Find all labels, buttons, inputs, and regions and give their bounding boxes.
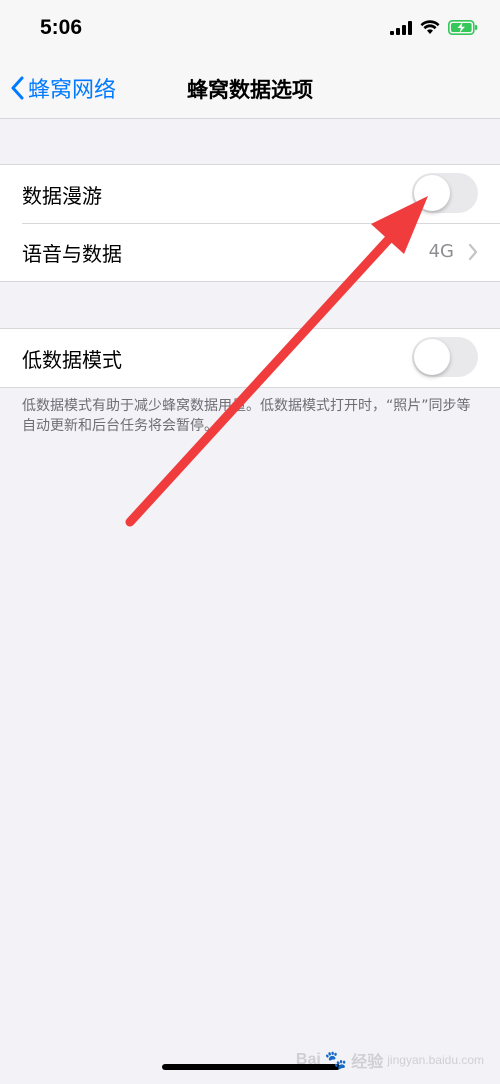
toggle-knob: [414, 339, 450, 375]
page-title: 蜂窝数据选项: [187, 78, 313, 102]
watermark-brand-prefix: Bai: [295, 1051, 321, 1068]
navigation-bar: 蜂窝网络 蜂窝数据选项: [0, 60, 500, 119]
watermark-brand-suffix: 经验: [351, 1054, 384, 1071]
voice-data-label: 语音与数据: [22, 241, 122, 266]
annotation-arrow: [125, 196, 428, 527]
row-low-data-mode: 低数据模式: [0, 329, 500, 387]
status-icons: [390, 20, 478, 35]
watermark: Bai 🐾 经验 jingyan.baidu.com: [296, 1048, 484, 1072]
data-roaming-label: 数据漫游: [22, 183, 102, 208]
low-data-mode-footer: 低数据模式有助于减少蜂窝数据用量。低数据模式打开时，“照片”同步等自动更新和后台…: [22, 398, 471, 434]
row-data-roaming: 数据漫游: [0, 165, 500, 223]
status-time: 5:06: [40, 16, 83, 39]
status-bar: 5:06: [0, 0, 500, 60]
battery-charging-icon: [448, 20, 478, 35]
low-data-mode-label: 低数据模式: [22, 347, 122, 372]
toggle-knob: [414, 175, 450, 211]
wifi-icon: [420, 20, 440, 34]
settings-group-low-data: 低数据模式: [0, 328, 500, 388]
data-roaming-toggle[interactable]: [412, 173, 478, 213]
watermark-subtext: jingyan.baidu.com: [387, 1053, 484, 1067]
paw-icon: 🐾: [324, 1049, 348, 1070]
settings-group-roaming: 数据漫游 语音与数据 4G: [0, 164, 500, 282]
voice-data-value: 4G: [428, 241, 454, 262]
chevron-right-icon: [468, 243, 478, 261]
low-data-mode-toggle[interactable]: [412, 337, 478, 377]
cellular-signal-icon: [390, 20, 412, 35]
row-voice-data[interactable]: 语音与数据 4G: [0, 223, 500, 281]
